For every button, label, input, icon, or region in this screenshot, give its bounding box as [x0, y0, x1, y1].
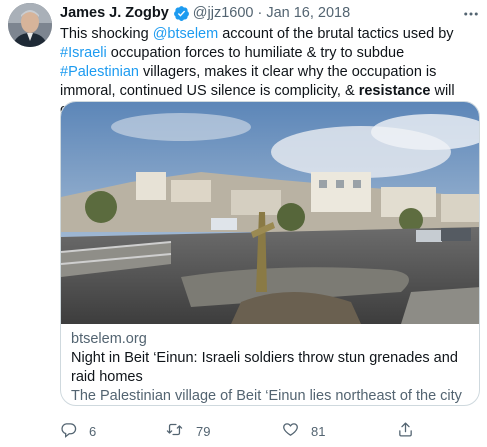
separator-dot: ·	[257, 5, 263, 21]
avatar[interactable]	[8, 3, 52, 47]
tweet-header: James J. Zogby @jjz1600 · Jan 16, 2018	[60, 3, 480, 23]
text-plain: account of the brutal tactics used by	[218, 26, 454, 42]
author-handle[interactable]: @jjz1600	[193, 5, 254, 21]
text-plain: This shocking	[60, 26, 153, 42]
more-options-icon[interactable]	[462, 5, 480, 27]
heart-icon	[282, 421, 299, 441]
tweet[interactable]: James J. Zogby @jjz1600 · Jan 16, 2018 T…	[60, 3, 480, 439]
tweet-actions: 6 79 81	[60, 421, 480, 445]
retweet-count: 79	[196, 423, 211, 439]
hashtag-link[interactable]: #Israeli	[60, 45, 107, 61]
retweet-icon	[165, 421, 184, 441]
hashtag-link[interactable]: #Palestinian	[60, 64, 139, 80]
retweet-button[interactable]: 79	[165, 421, 210, 441]
card-title: Night in Beit ‘Einun: Israeli soldiers t…	[71, 350, 458, 385]
reply-button[interactable]: 6	[60, 421, 96, 441]
like-count: 81	[311, 423, 326, 439]
share-icon	[397, 421, 414, 441]
text-bold: resistance	[358, 83, 431, 99]
card-image	[61, 102, 479, 324]
verified-badge-icon	[173, 5, 190, 22]
mention-link[interactable]: @btselem	[153, 26, 219, 42]
tweet-date[interactable]: Jan 16, 2018	[266, 5, 350, 21]
link-card[interactable]: btselem.org Night in Beit ‘Einun: Israel…	[60, 101, 480, 406]
author-name[interactable]: James J. Zogby	[60, 5, 169, 21]
text-plain: occupation forces to humiliate & try to …	[106, 45, 405, 61]
card-description: The Palestinian village of Beit ‘Einun l…	[71, 388, 462, 404]
share-button[interactable]	[397, 421, 414, 441]
card-domain: btselem.org	[71, 331, 147, 347]
reply-icon	[60, 421, 77, 441]
reply-count: 6	[89, 423, 97, 439]
avatar-image	[8, 3, 52, 47]
like-button[interactable]: 81	[282, 421, 325, 441]
card-body: btselem.org Night in Beit ‘Einun: Israel…	[61, 324, 479, 405]
